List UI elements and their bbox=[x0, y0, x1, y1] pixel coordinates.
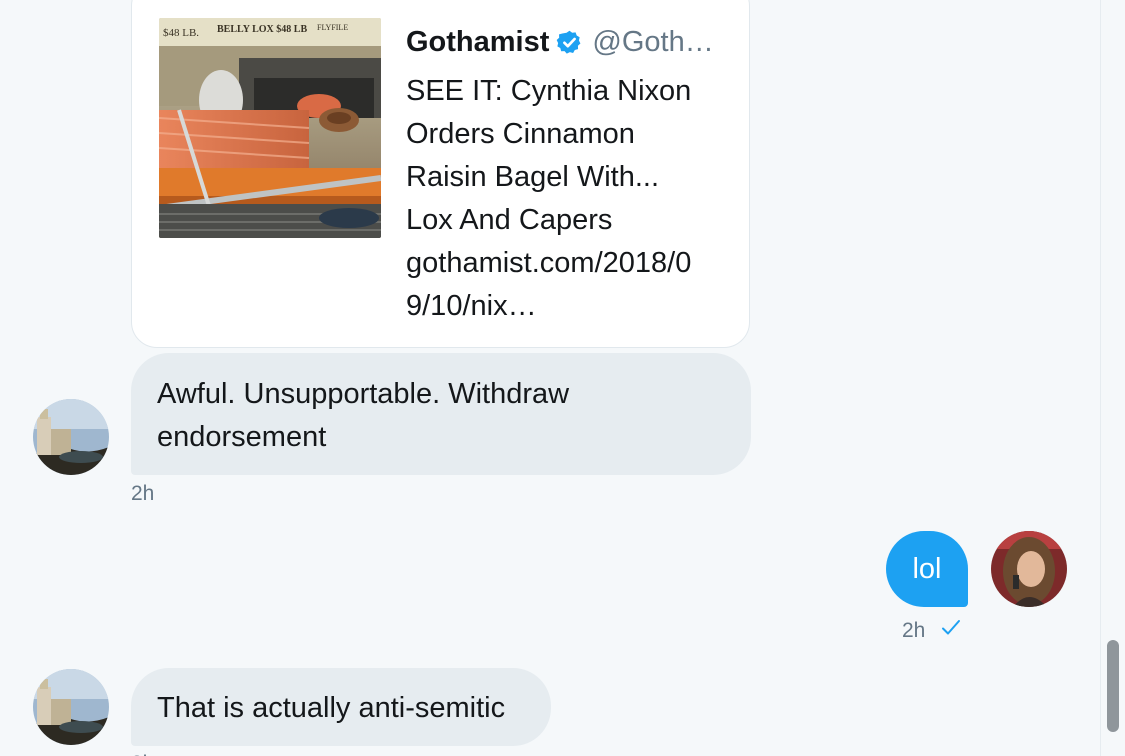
message-text: That is actually anti-semitic bbox=[157, 692, 506, 724]
card-text-line: Lox And Capers bbox=[406, 204, 613, 236]
incoming-message-bubble[interactable]: Awful. Unsupportable. Withdraw endorseme… bbox=[131, 353, 751, 475]
message-timestamp: 2h bbox=[131, 482, 155, 505]
dm-conversation: $48 LB. BELLY LOX $48 LB FLYFILE Gothami… bbox=[0, 0, 1125, 756]
sender-avatar[interactable] bbox=[33, 669, 109, 745]
sender-avatar[interactable] bbox=[33, 399, 109, 475]
sign-text-2: BELLY LOX $48 LB bbox=[217, 24, 307, 35]
scrollbar-thumb[interactable] bbox=[1107, 640, 1119, 732]
card-text: SEE IT: Cynthia Nixon Orders Cinnamon Ra… bbox=[406, 70, 726, 328]
sign-text-1: $48 LB. bbox=[163, 27, 199, 39]
sign-text-3: FLYFILE bbox=[317, 23, 348, 32]
card-thumbnail: $48 LB. BELLY LOX $48 LB FLYFILE bbox=[159, 18, 381, 238]
checkmark-icon bbox=[940, 617, 962, 639]
message-text: lol bbox=[912, 552, 942, 585]
verified-badge-icon bbox=[556, 29, 583, 56]
shared-tweet-card[interactable]: $48 LB. BELLY LOX $48 LB FLYFILE Gothami… bbox=[131, 0, 750, 348]
message-timestamp: 2h bbox=[131, 752, 154, 756]
message-timestamp: 2h bbox=[902, 619, 926, 642]
card-link-line[interactable]: gothamist.com/2018/0 bbox=[406, 242, 726, 285]
outgoing-message-bubble[interactable]: lol bbox=[886, 531, 968, 607]
card-link-line[interactable]: 9/10/nix… bbox=[406, 285, 726, 328]
card-author-handle[interactable]: @Goth… bbox=[592, 26, 713, 59]
own-avatar[interactable] bbox=[991, 531, 1067, 607]
message-text: Awful. Unsupportable. Withdraw bbox=[157, 378, 570, 410]
card-text-line: SEE IT: Cynthia Nixon bbox=[406, 75, 692, 107]
card-text-line: Orders Cinnamon bbox=[406, 118, 635, 150]
message-text: endorsement bbox=[157, 421, 327, 453]
card-header: Gothamist @Goth… bbox=[406, 25, 714, 59]
card-author-name[interactable]: Gothamist bbox=[406, 26, 549, 59]
card-text-line: Raisin Bagel With... bbox=[406, 161, 660, 193]
bagel-counter-image: $48 LB. BELLY LOX $48 LB FLYFILE bbox=[159, 18, 381, 238]
incoming-message-bubble[interactable]: That is actually anti-semitic bbox=[131, 668, 551, 746]
